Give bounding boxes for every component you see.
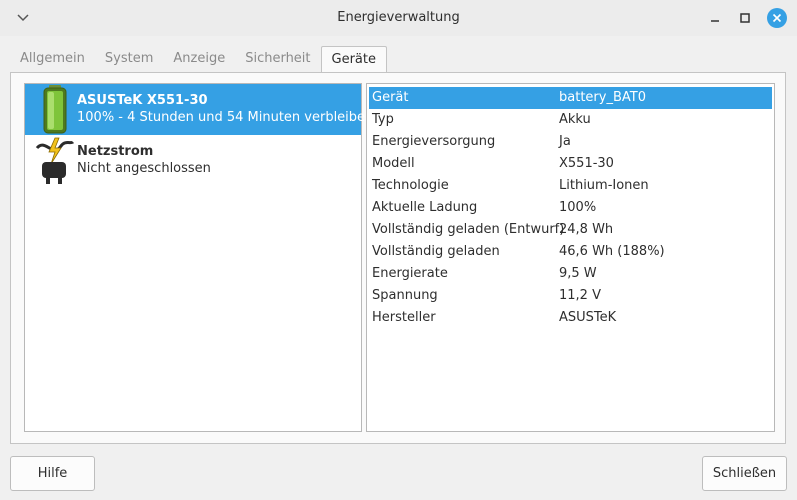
table-row[interactable]: Spannung 11,2 V — [369, 285, 772, 307]
title-bar: Energieverwaltung — [0, 0, 797, 36]
detail-key: Typ — [372, 112, 394, 127]
device-status: 100% - 4 Stunden und 54 Minuten verbleib… — [77, 110, 382, 125]
close-button[interactable]: Schließen — [702, 456, 787, 491]
detail-key: Modell — [372, 156, 415, 171]
detail-value: 11,2 V — [559, 288, 601, 303]
table-header-row[interactable]: Gerät battery_BAT0 — [369, 87, 772, 109]
maximize-icon[interactable] — [736, 9, 754, 27]
device-list: ASUSTeK X551-30 100% - 4 Stunden und 54 … — [24, 83, 382, 432]
detail-value: Lithium-Ionen — [559, 178, 649, 193]
help-button[interactable]: Hilfe — [10, 456, 95, 491]
detail-value: Akku — [559, 112, 591, 127]
device-name: ASUSTeK X551-30 — [77, 93, 208, 108]
table-row[interactable]: Modell X551-30 — [369, 153, 772, 175]
table-row[interactable]: Technologie Lithium-Ionen — [369, 175, 772, 197]
device-item-ac-power[interactable]: Netzstrom Nicht angeschlossen — [25, 135, 361, 186]
tab-allgemein[interactable]: Allgemein — [10, 46, 95, 72]
tab-bar: Allgemein System Anzeige Sicherheit Gerä… — [10, 46, 387, 73]
device-status: Nicht angeschlossen — [77, 161, 211, 176]
detail-key: Energieversorgung — [372, 134, 496, 149]
detail-value: Ja — [559, 134, 571, 149]
tab-sicherheit[interactable]: Sicherheit — [235, 46, 320, 72]
table-row[interactable]: Hersteller ASUSTeK — [369, 307, 772, 329]
detail-key: Technologie — [372, 178, 449, 193]
tab-panel-geraete: ASUSTeK X551-30 100% - 4 Stunden und 54 … — [10, 72, 786, 444]
table-row[interactable]: Vollständig geladen (Entwurf) 24,8 Wh — [369, 219, 772, 241]
device-item-battery[interactable]: ASUSTeK X551-30 100% - 4 Stunden und 54 … — [25, 84, 382, 135]
detail-value: battery_BAT0 — [559, 90, 646, 105]
tab-system[interactable]: System — [95, 46, 163, 72]
detail-key: Aktuelle Ladung — [372, 200, 478, 215]
detail-key: Vollständig geladen — [372, 244, 500, 259]
table-row[interactable]: Energierate 9,5 W — [369, 263, 772, 285]
detail-key: Spannung — [372, 288, 438, 303]
battery-icon — [35, 85, 75, 134]
close-icon[interactable] — [767, 8, 787, 28]
tab-geraete[interactable]: Geräte — [320, 46, 387, 73]
table-row[interactable]: Typ Akku — [369, 109, 772, 131]
detail-value: 24,8 Wh — [559, 222, 614, 237]
detail-value: 9,5 W — [559, 266, 597, 281]
detail-value: ASUSTeK — [559, 310, 617, 325]
tab-anzeige[interactable]: Anzeige — [163, 46, 235, 72]
detail-key: Hersteller — [372, 310, 436, 325]
table-row[interactable]: Energieversorgung Ja — [369, 131, 772, 153]
minimize-icon[interactable] — [706, 9, 724, 27]
table-row[interactable]: Aktuelle Ladung 100% — [369, 197, 772, 219]
detail-value: X551-30 — [559, 156, 614, 171]
detail-key: Gerät — [372, 90, 409, 105]
window-title: Energieverwaltung — [337, 10, 460, 25]
detail-key: Energierate — [372, 266, 448, 281]
table-row[interactable]: Vollständig geladen 46,6 Wh (188%) — [369, 241, 772, 263]
detail-key: Vollständig geladen (Entwurf) — [372, 222, 565, 237]
device-details-table: Gerät battery_BAT0 Typ Akku Energieverso… — [366, 83, 775, 432]
detail-value: 46,6 Wh (188%) — [559, 244, 665, 259]
power-plug-icon — [35, 136, 75, 185]
detail-value: 100% — [559, 200, 597, 215]
device-name: Netzstrom — [77, 144, 154, 159]
